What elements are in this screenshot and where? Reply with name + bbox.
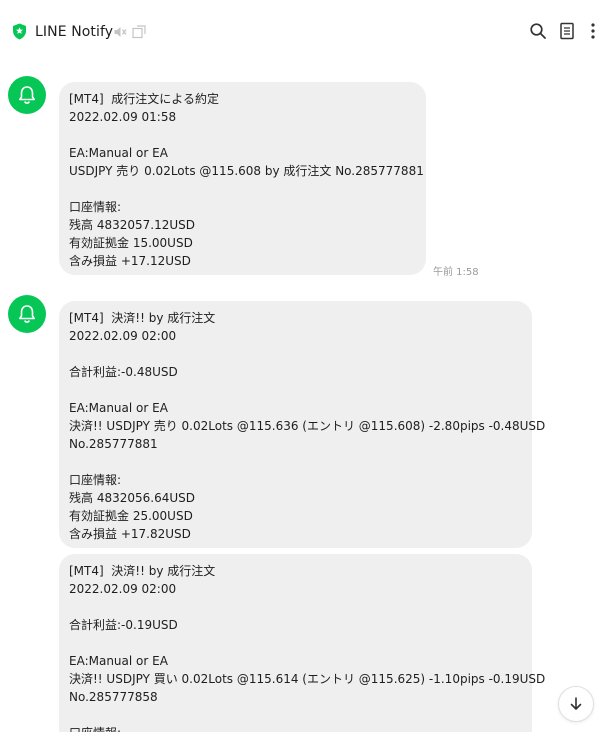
message-line: 有効証拠金 25.00USD: [69, 509, 193, 523]
message-line: 口座情報:: [69, 724, 522, 732]
notes-icon: [560, 22, 574, 40]
message-line: EA:Manual or EA: [69, 401, 168, 415]
message-line: [69, 634, 522, 652]
message-line: [MT4] 成行注文による約定: [69, 92, 219, 106]
avatar[interactable]: [8, 295, 46, 333]
message-line: 口座情報:: [69, 200, 122, 214]
arrow-down-icon: [570, 697, 582, 710]
bell-icon: [19, 86, 35, 104]
message-line: [69, 453, 522, 471]
avatar[interactable]: [8, 76, 46, 114]
message-line: EA:Manual or EA: [69, 654, 168, 668]
chat-header: LINE Notify: [0, 0, 605, 62]
message-line: [69, 381, 522, 399]
search-icon: [530, 23, 546, 39]
shield-icon: [13, 23, 26, 40]
message-line: [MT4] 決済!! by 成行注文: [69, 564, 216, 578]
message-line: 残高 4832057.12USD: [69, 218, 195, 232]
message-line: 決済!! USDJPY 売り 0.02Lots @115.636 (エントリ @…: [69, 419, 546, 433]
message-line: [MT4] 決済!! by 成行注文: [69, 311, 216, 325]
message-line: 含み損益 +17.82USD: [69, 527, 191, 541]
message-line: 合計利益:-0.48USD: [69, 365, 178, 379]
message-list[interactable]: [MT4] 成行注文による約定 2022.02.09 01:58 EA:Manu…: [0, 62, 605, 732]
message-line: 2022.02.09 02:00: [69, 582, 177, 596]
popout-icon[interactable]: [132, 25, 146, 39]
message-line: [69, 345, 522, 363]
message-line: [69, 180, 416, 198]
notes-button[interactable]: [556, 20, 578, 42]
message-line: [69, 706, 522, 724]
message-bubble[interactable]: [MT4] 決済!! by 成行注文 2022.02.09 02:00 合計利益…: [59, 301, 546, 548]
message-line: EA:Manual or EA: [69, 146, 168, 160]
message-line: [69, 126, 416, 144]
message-bubble[interactable]: [MT4] 成行注文による約定 2022.02.09 01:58 EA:Manu…: [59, 82, 426, 275]
message-line: 2022.02.09 02:00: [69, 329, 177, 343]
message-line: 口座情報:: [69, 473, 122, 487]
chat-window: LINE Notify [MT4] 成行注文による約定 2022.02.09 0…: [0, 0, 605, 732]
bell-icon: [19, 305, 35, 323]
mute-icon: [114, 27, 127, 37]
message-bubble[interactable]: [MT4] 決済!! by 成行注文 2022.02.09 02:00 合計利益…: [59, 554, 546, 732]
message-line: 合計利益:-0.19USD: [69, 618, 178, 632]
scroll-to-bottom-button[interactable]: [558, 686, 594, 722]
search-button[interactable]: [527, 20, 549, 42]
message-line: 2022.02.09 01:58: [69, 110, 177, 124]
more-icon: [591, 23, 595, 39]
message-time: 午前 1:58: [433, 267, 479, 278]
message-line: 含み損益 +17.12USD: [69, 254, 191, 268]
message-line: [69, 598, 522, 616]
more-button[interactable]: [582, 20, 604, 42]
message-line: 有効証拠金 15.00USD: [69, 236, 193, 250]
message-line: 決済!! USDJPY 買い 0.02Lots @115.614 (エントリ @…: [69, 672, 546, 686]
message-line: No.285777881: [69, 437, 158, 451]
chat-title: LINE Notify: [35, 24, 114, 40]
message-line: No.285777858: [69, 690, 158, 704]
message-line: 残高 4832056.64USD: [69, 491, 195, 505]
message-line: USDJPY 売り 0.02Lots @115.608 by 成行注文 No.2…: [69, 164, 424, 178]
